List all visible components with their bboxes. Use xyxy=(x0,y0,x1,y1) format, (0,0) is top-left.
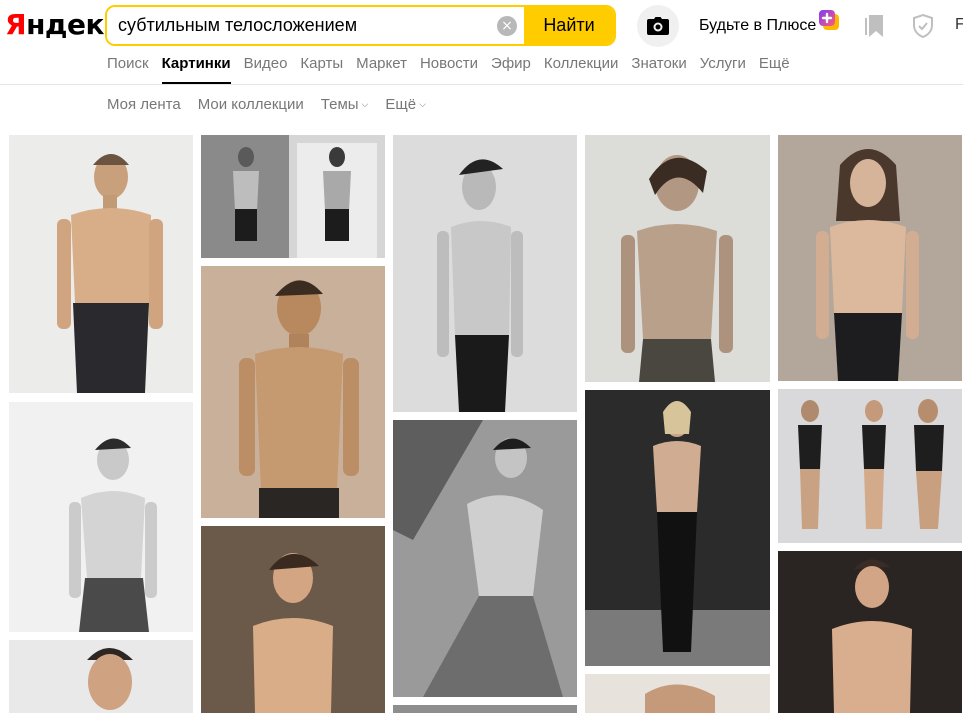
find-button[interactable]: Найти xyxy=(524,7,614,44)
result-image[interactable] xyxy=(393,705,577,713)
clear-search-button[interactable]: × xyxy=(490,7,524,44)
images-subnav: Моя лента Мои коллекции Темы ⌵ Ещё ⌵ xyxy=(107,96,443,113)
image-search-button[interactable] xyxy=(637,5,679,47)
result-image[interactable] xyxy=(393,135,577,412)
tab-video[interactable]: Видео xyxy=(244,55,288,84)
result-image[interactable] xyxy=(585,390,770,666)
result-image[interactable] xyxy=(778,135,962,381)
result-image[interactable] xyxy=(201,135,385,258)
chevron-down-icon: ⌵ xyxy=(361,99,369,109)
photo-thumbnail xyxy=(585,390,770,666)
search-input[interactable] xyxy=(107,7,490,44)
result-image[interactable] xyxy=(585,674,770,713)
result-image[interactable] xyxy=(201,266,385,518)
tab-services[interactable]: Услуги xyxy=(700,55,746,84)
result-image[interactable] xyxy=(393,420,577,697)
result-image[interactable] xyxy=(778,389,962,543)
photo-thumbnail xyxy=(201,526,385,713)
my-feed-label: Моя лента xyxy=(107,96,181,113)
tab-market[interactable]: Маркет xyxy=(356,55,407,84)
bookmark-icon[interactable] xyxy=(864,13,888,39)
photo-thumbnail xyxy=(9,402,193,632)
themes-label: Темы xyxy=(320,96,359,113)
yandex-logo[interactable]: Яндекс xyxy=(5,8,121,41)
plus-badge-icon xyxy=(819,10,840,30)
photo-thumbnail xyxy=(585,674,770,713)
result-image[interactable] xyxy=(585,135,770,382)
photo-thumbnail xyxy=(393,135,577,412)
chevron-down-icon: ⌵ xyxy=(419,99,426,109)
result-image[interactable] xyxy=(9,135,193,393)
photo-thumbnail xyxy=(9,640,193,713)
photo-thumbnail xyxy=(393,420,577,697)
tab-experts[interactable]: Знатоки xyxy=(631,55,686,84)
shield-icon[interactable] xyxy=(911,13,935,39)
camera-icon xyxy=(647,17,669,35)
photo-thumbnail xyxy=(778,135,962,381)
tab-efir[interactable]: Эфир xyxy=(491,55,531,84)
result-image[interactable] xyxy=(201,526,385,713)
tab-more[interactable]: Ещё xyxy=(759,55,790,84)
my-collections-label: Мои коллекции xyxy=(197,96,304,113)
search-bar: × Найти xyxy=(105,5,616,46)
photo-thumbnail xyxy=(393,705,577,713)
plus-promo-link[interactable]: Будьте в Плюсе xyxy=(699,10,840,36)
photo-thumbnail xyxy=(201,266,385,518)
photo-thumbnail xyxy=(778,551,962,713)
result-image[interactable] xyxy=(9,402,193,632)
plus-promo-label: Будьте в Плюсе xyxy=(699,17,817,34)
my-collections-link[interactable]: Мои коллекции xyxy=(198,96,304,113)
photo-thumbnail xyxy=(9,135,193,393)
user-menu-partial[interactable]: F xyxy=(955,16,963,34)
tab-images[interactable]: Картинки xyxy=(161,55,231,84)
tab-maps[interactable]: Карты xyxy=(300,55,343,84)
logo-first-letter: Я xyxy=(5,8,27,41)
my-feed-link[interactable]: Моя лента xyxy=(107,96,181,113)
service-tabs: Поиск Картинки Видео Карты Маркет Новост… xyxy=(107,55,803,84)
tab-collections[interactable]: Коллекции xyxy=(544,55,619,84)
result-image[interactable] xyxy=(778,551,962,713)
clear-icon: × xyxy=(497,15,517,36)
tabs-divider xyxy=(0,84,963,85)
photo-thumbnail xyxy=(585,135,770,382)
photo-thumbnail xyxy=(778,389,962,543)
result-image[interactable] xyxy=(9,640,193,713)
themes-dropdown[interactable]: Темы ⌵ xyxy=(321,96,369,113)
more-label: Ещё xyxy=(385,96,417,113)
more-dropdown[interactable]: Ещё ⌵ xyxy=(385,96,426,113)
photo-thumbnail xyxy=(201,135,385,258)
tab-news[interactable]: Новости xyxy=(420,55,478,84)
tab-search[interactable]: Поиск xyxy=(107,55,149,84)
